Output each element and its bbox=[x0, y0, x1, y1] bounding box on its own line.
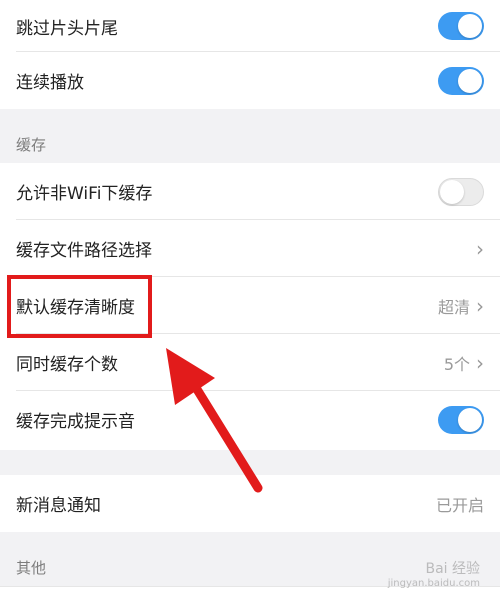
watermark: Bai 经验 jingyan.baidu.com bbox=[388, 561, 480, 590]
watermark-sub: jingyan.baidu.com bbox=[387, 578, 480, 589]
annotation-arrow bbox=[166, 348, 263, 493]
watermark-main: Bai 经验 bbox=[425, 561, 480, 578]
